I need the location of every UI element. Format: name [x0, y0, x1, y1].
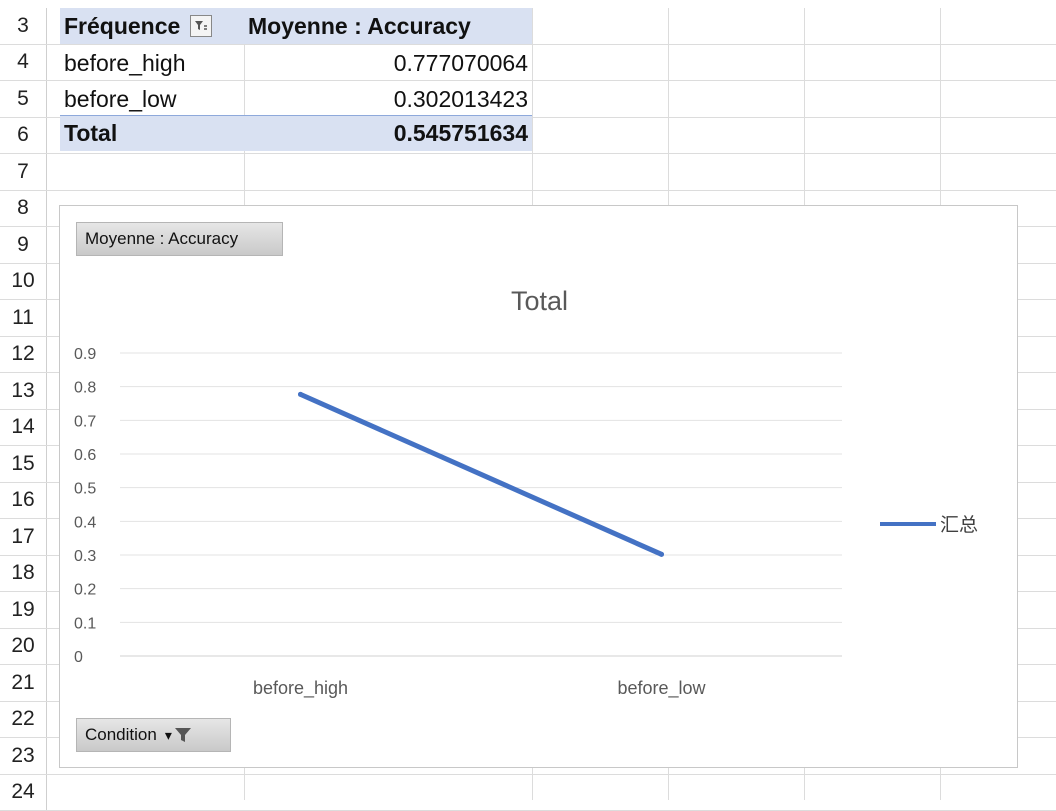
- dropdown-arrow-icon: ▾: [165, 727, 172, 744]
- filter-dropdown-icon: [174, 726, 192, 744]
- row-number[interactable]: 24: [0, 775, 47, 811]
- series-line[interactable]: [301, 394, 662, 554]
- row-number[interactable]: 14: [0, 410, 47, 446]
- row-number[interactable]: 16: [0, 483, 47, 519]
- pivot-row-value[interactable]: 0.777070064: [244, 45, 528, 81]
- row-number[interactable]: 12: [0, 337, 47, 373]
- y-tick-label: 0.3: [74, 548, 96, 565]
- filter-icon[interactable]: [190, 15, 212, 37]
- row-number[interactable]: 17: [0, 519, 47, 555]
- pivot-header-rows[interactable]: Fréquence: [60, 8, 244, 44]
- row-number[interactable]: 13: [0, 373, 47, 409]
- pivot-chart[interactable]: Moyenne : Accuracy Total 00.10.20.30.40.…: [59, 205, 1018, 768]
- row-number[interactable]: 22: [0, 702, 47, 738]
- row-number[interactable]: 7: [0, 154, 47, 190]
- y-tick-label: 0: [74, 649, 83, 666]
- pivot-row-label[interactable]: before_high: [60, 45, 244, 81]
- row-number[interactable]: 18: [0, 556, 47, 592]
- pivot-header-value[interactable]: Moyenne : Accuracy: [244, 8, 532, 44]
- sheet-row[interactable]: 24: [0, 775, 1056, 811]
- row-number[interactable]: 15: [0, 446, 47, 482]
- row-number[interactable]: 21: [0, 665, 47, 701]
- row-number[interactable]: 10: [0, 264, 47, 300]
- row-number[interactable]: 8: [0, 191, 47, 227]
- x-tick-label: before_low: [617, 678, 706, 699]
- row-number[interactable]: 3: [0, 8, 47, 44]
- pivot-total-label[interactable]: Total: [60, 115, 244, 151]
- data-point[interactable]: [659, 552, 664, 557]
- x-tick-label: before_high: [253, 678, 348, 699]
- row-number[interactable]: 5: [0, 81, 47, 117]
- y-tick-label: 0.1: [74, 615, 96, 632]
- row-number[interactable]: 4: [0, 45, 47, 81]
- y-tick-label: 0.7: [74, 413, 96, 430]
- pivot-header-row-label: Fréquence: [64, 13, 180, 40]
- axis-field-button[interactable]: Condition ▾: [76, 718, 231, 752]
- row-number[interactable]: 11: [0, 300, 47, 336]
- pivot-total-value[interactable]: 0.545751634: [244, 115, 532, 151]
- y-tick-label: 0.6: [74, 447, 96, 464]
- y-tick-label: 0.8: [74, 380, 96, 397]
- pivot-row-value[interactable]: 0.302013423: [244, 81, 528, 117]
- y-tick-label: 0.9: [74, 346, 96, 363]
- legend-entry: 汇总: [940, 510, 978, 537]
- chart-legend[interactable]: 汇总: [880, 510, 978, 537]
- y-tick-label: 0.2: [74, 582, 96, 599]
- sheet-row[interactable]: 7: [0, 154, 1056, 191]
- pivot-row-label[interactable]: before_low: [60, 81, 244, 117]
- chart-plot-area: 0 0.1 0.2 0.3 0.4 0.5 0.6 0.7 0.8 0.9 before_high b…: [60, 206, 1019, 769]
- y-tick-label: 0.4: [74, 514, 96, 531]
- axis-field-label: Condition: [85, 725, 157, 745]
- row-number[interactable]: 23: [0, 738, 47, 774]
- y-tick-label: 0.5: [74, 481, 96, 498]
- row-number[interactable]: 6: [0, 118, 47, 154]
- row-number[interactable]: 20: [0, 629, 47, 665]
- row-number[interactable]: 9: [0, 227, 47, 263]
- row-number[interactable]: 19: [0, 592, 47, 628]
- data-point[interactable]: [298, 392, 303, 397]
- legend-line-swatch: [880, 522, 936, 526]
